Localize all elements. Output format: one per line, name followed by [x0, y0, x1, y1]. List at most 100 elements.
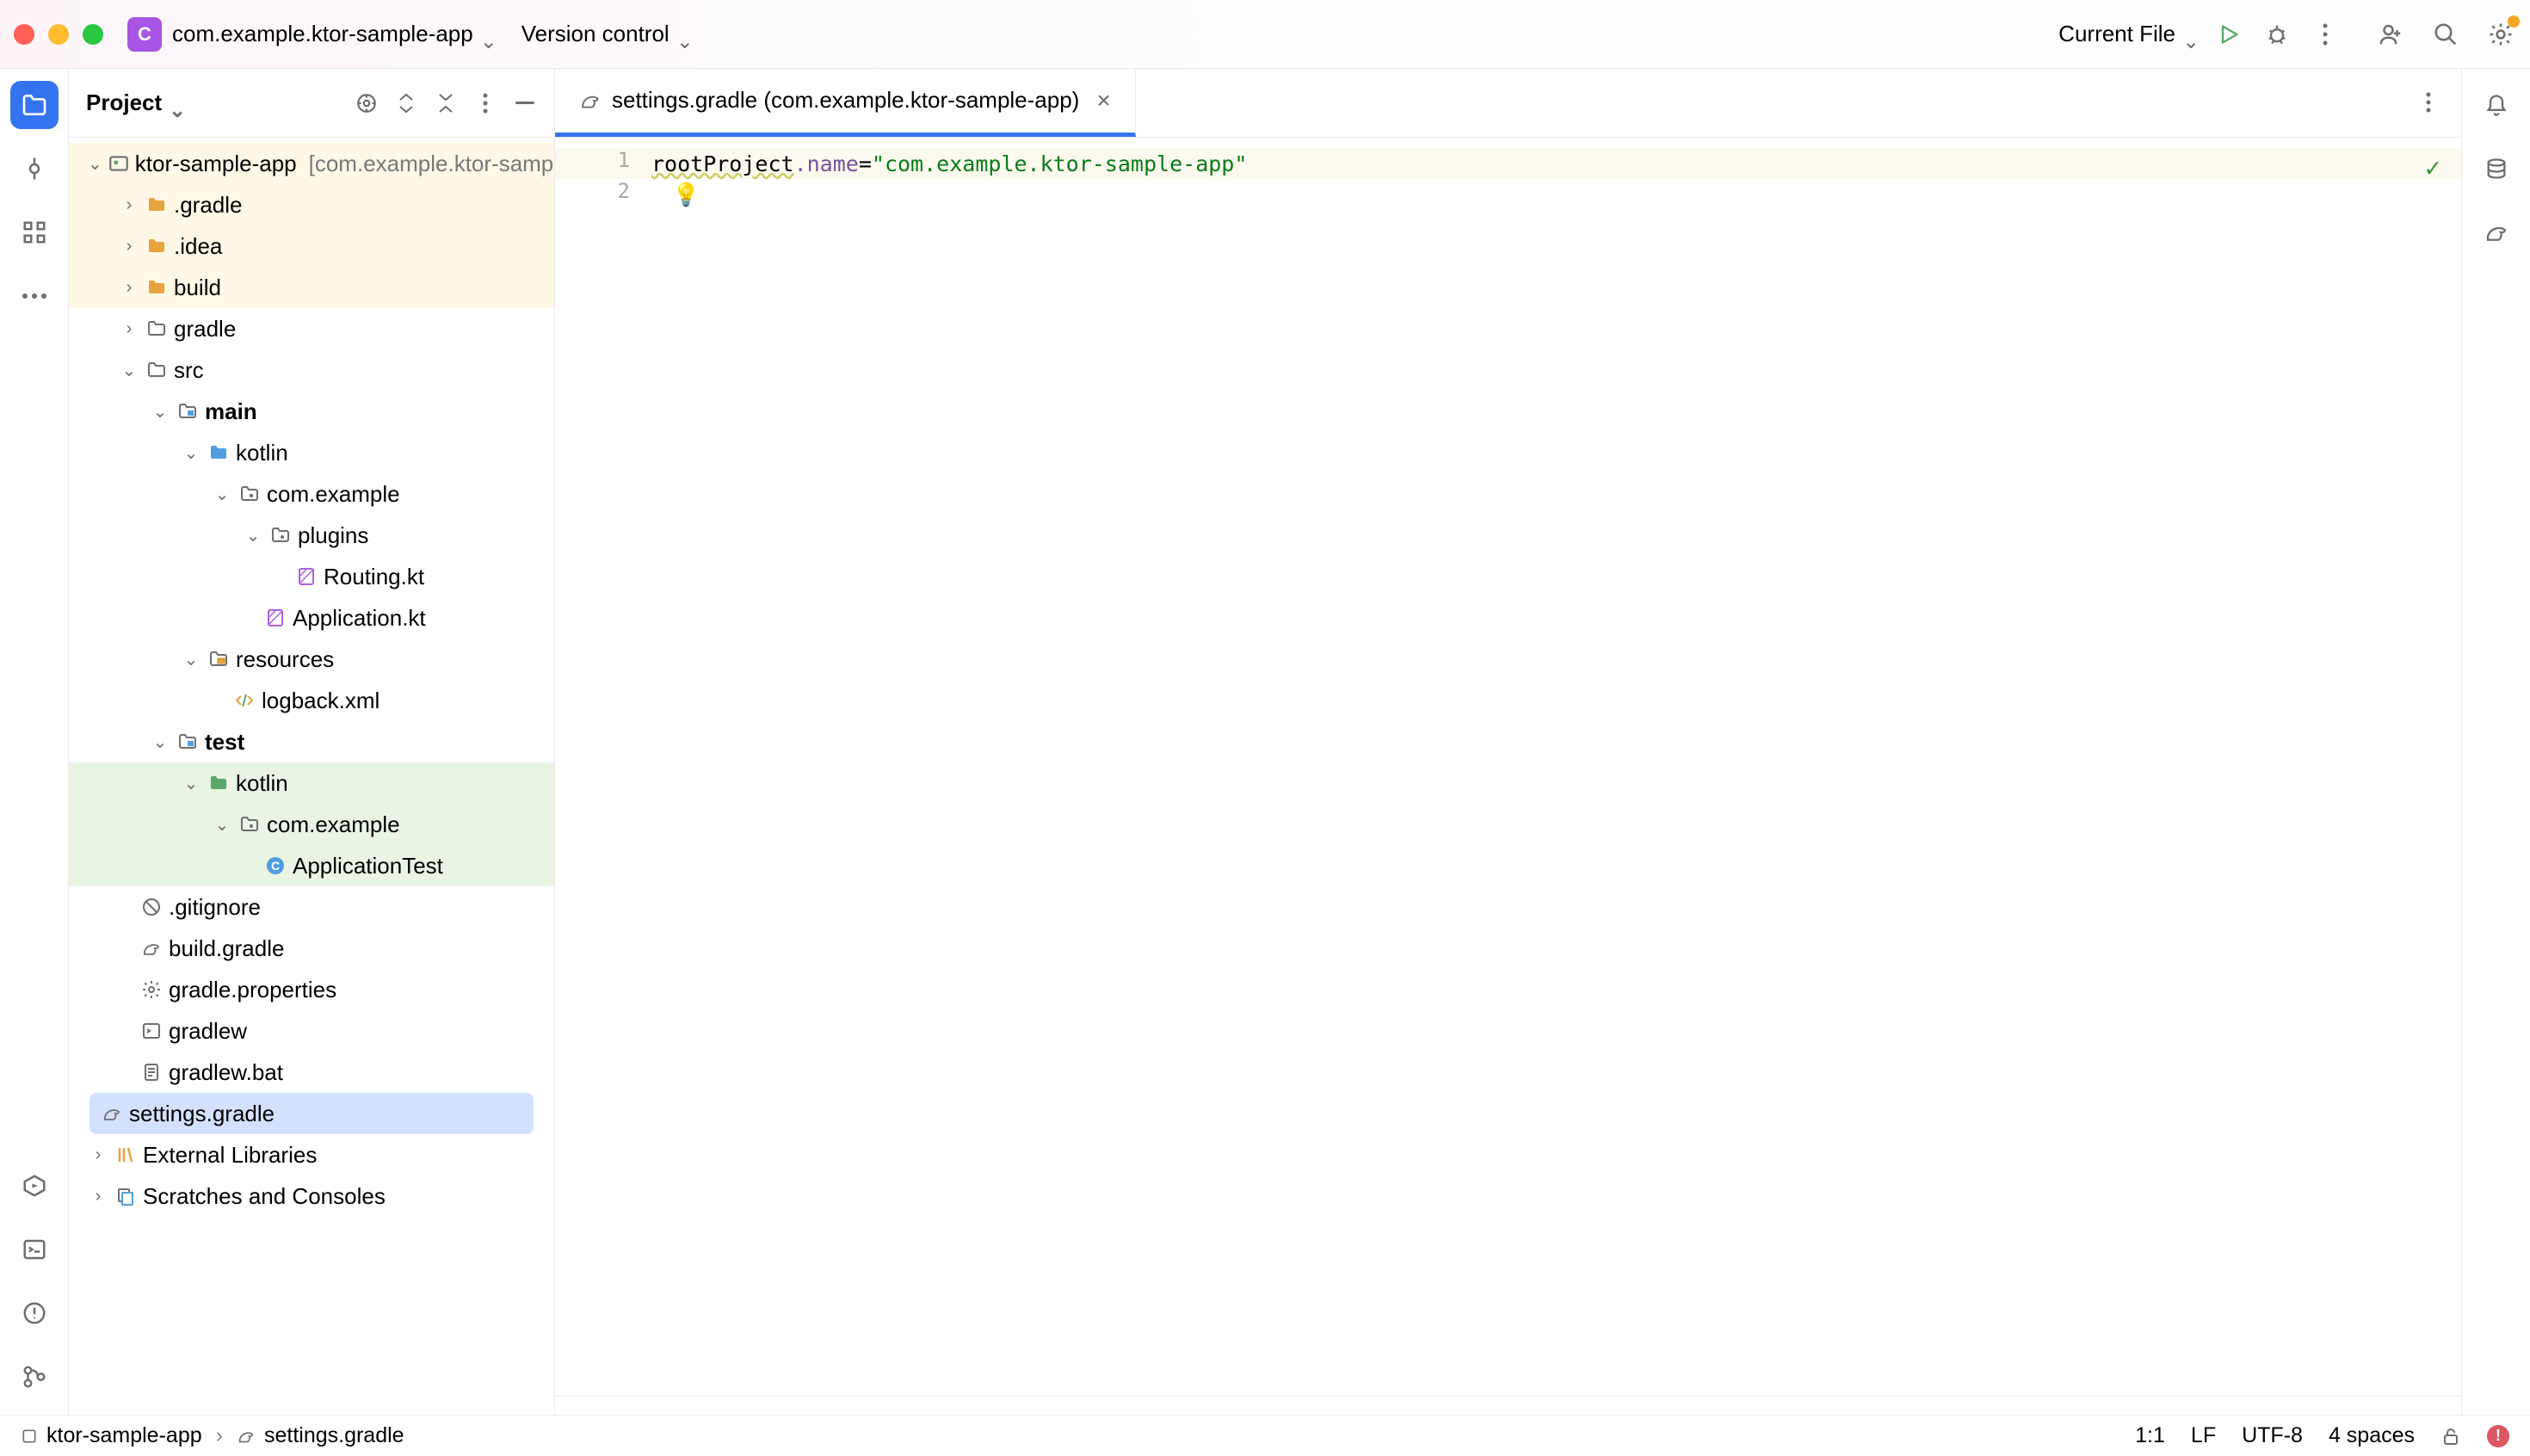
expand-icon: ⌄: [181, 773, 201, 794]
chevron-down-icon: [169, 96, 182, 110]
tree-file-build-gradle[interactable]: build.gradle: [69, 928, 554, 969]
project-selector[interactable]: com.example.ktor-sample-app: [172, 21, 494, 47]
tree-label: Application.kt: [293, 605, 426, 632]
tree-label: build.gradle: [169, 935, 284, 962]
terminal-tool-button[interactable]: [10, 1225, 59, 1274]
code-line: rootProject.name = "com.example.ktor-sam…: [651, 148, 2461, 179]
tree-scratches[interactable]: › Scratches and Consoles: [69, 1175, 554, 1217]
module-folder-icon: [176, 730, 200, 754]
problems-tool-button[interactable]: [10, 1289, 59, 1337]
breadcrumb-root[interactable]: ktor-sample-app: [21, 1423, 202, 1448]
package-icon: [238, 482, 262, 506]
shell-icon: [139, 1019, 164, 1043]
tree-folder-resources[interactable]: ⌄ resources: [69, 639, 554, 680]
breadcrumb-label: ktor-sample-app: [46, 1423, 202, 1448]
tree-label: External Libraries: [143, 1142, 317, 1169]
search-everywhere-button[interactable]: [2430, 19, 2461, 50]
tree-file-gradlew-bat[interactable]: gradlew.bat: [69, 1052, 554, 1093]
vcs-tool-button[interactable]: [10, 1353, 59, 1401]
editor-tab-options-button[interactable]: [2413, 87, 2444, 118]
tree-folder-kotlin-main[interactable]: ⌄ kotlin: [69, 432, 554, 473]
run-button[interactable]: [2213, 19, 2244, 50]
status-bar: ktor-sample-app › settings.gradle 1:1 LF…: [0, 1415, 2530, 1456]
tree-file-application-test[interactable]: C ApplicationTest: [69, 845, 554, 886]
breadcrumb-file[interactable]: settings.gradle: [237, 1423, 404, 1448]
tree-folder-main[interactable]: ⌄ main: [69, 391, 554, 432]
intention-bulb-icon[interactable]: 💡: [672, 182, 700, 208]
project-panel-title-label: Project: [86, 89, 162, 116]
tree-file-gitignore[interactable]: .gitignore: [69, 886, 554, 928]
collapse-all-button[interactable]: [434, 91, 458, 115]
readonly-toggle-icon[interactable]: [2441, 1426, 2461, 1447]
project-tool-button[interactable]: [10, 81, 59, 129]
version-control-widget[interactable]: Version control: [521, 21, 690, 47]
editor-area: settings.gradle (com.example.ktor-sample…: [555, 69, 2461, 1415]
database-tool-button[interactable]: [2472, 145, 2521, 193]
gradle-tool-button[interactable]: [2472, 208, 2521, 256]
tree-label: plugins: [298, 522, 368, 549]
expand-all-button[interactable]: [394, 91, 418, 115]
tree-file-application[interactable]: Application.kt: [69, 597, 554, 639]
tree-hint: [com.example.ktor-sample-app]: [309, 151, 554, 177]
tree-external-libraries[interactable]: › External Libraries: [69, 1134, 554, 1175]
toolbar-right-icons: [2375, 19, 2516, 50]
tree-folder-test[interactable]: ⌄ test: [69, 721, 554, 762]
close-tab-button[interactable]: ×: [1096, 87, 1110, 114]
notifications-tool-button[interactable]: [2472, 81, 2521, 129]
tree-folder-build[interactable]: › build: [69, 267, 554, 308]
minimize-window-button[interactable]: [48, 24, 69, 45]
structure-tool-button[interactable]: [10, 208, 59, 256]
more-tool-windows-button[interactable]: [10, 272, 59, 320]
commit-tool-button[interactable]: [10, 145, 59, 193]
tree-folder-kotlin-test[interactable]: ⌄ kotlin: [69, 762, 554, 804]
code-token-ident: rootProject: [651, 151, 794, 176]
select-opened-file-button[interactable]: [355, 91, 379, 115]
tree-module-root[interactable]: ⌄ ktor-sample-app [com.example.ktor-samp…: [69, 143, 554, 184]
tree-label: Scratches and Consoles: [143, 1183, 386, 1210]
inspection-ok-icon[interactable]: ✓: [2425, 153, 2441, 183]
xml-file-icon: [232, 688, 256, 713]
code-token-op: =: [859, 151, 872, 176]
status-encoding[interactable]: UTF-8: [2242, 1423, 2303, 1448]
project-tree[interactable]: ⌄ ktor-sample-app [com.example.ktor-samp…: [69, 138, 554, 1415]
tree-folder-idea[interactable]: › .idea: [69, 225, 554, 267]
tree-label: .gitignore: [169, 894, 261, 921]
tree-folder-src[interactable]: ⌄ src: [69, 349, 554, 391]
tree-folder-gradle-dot[interactable]: › .gradle: [69, 184, 554, 225]
panel-options-button[interactable]: [473, 91, 497, 115]
status-indent[interactable]: 4 spaces: [2329, 1423, 2415, 1448]
status-error-badge[interactable]: !: [2487, 1425, 2509, 1447]
tree-label: settings.gradle: [129, 1101, 275, 1127]
tree-package-com-example[interactable]: ⌄ com.example: [69, 473, 554, 515]
more-run-actions-button[interactable]: [2310, 19, 2341, 50]
expand-icon: ⌄: [150, 731, 170, 753]
settings-button[interactable]: [2485, 19, 2516, 50]
run-config-selector[interactable]: Current File: [2058, 21, 2196, 47]
tree-file-logback[interactable]: logback.xml: [69, 680, 554, 721]
kotlin-class-icon: C: [263, 854, 287, 878]
status-line-separator[interactable]: LF: [2191, 1423, 2216, 1448]
close-window-button[interactable]: [14, 24, 34, 45]
editor-hscrollbar[interactable]: [555, 1396, 2461, 1415]
hide-panel-button[interactable]: [513, 91, 537, 115]
tree-file-routing[interactable]: Routing.kt: [69, 556, 554, 597]
tree-file-settings-gradle[interactable]: settings.gradle: [89, 1093, 534, 1134]
debug-button[interactable]: [2262, 19, 2292, 50]
tree-label: resources: [236, 646, 334, 673]
zoom-window-button[interactable]: [83, 24, 103, 45]
chevron-right-icon: ›: [119, 319, 139, 339]
code-area[interactable]: rootProject.name = "com.example.ktor-sam…: [651, 138, 2461, 1396]
tree-package-plugins[interactable]: ⌄ plugins: [69, 515, 554, 556]
tree-label: .idea: [174, 233, 222, 260]
status-caret-pos[interactable]: 1:1: [2135, 1423, 2165, 1448]
code-with-me-button[interactable]: [2375, 19, 2406, 50]
services-tool-button[interactable]: [10, 1162, 59, 1210]
scratches-icon: [114, 1184, 138, 1208]
editor-body[interactable]: 1 2 rootProject.name = "com.example.ktor…: [555, 138, 2461, 1396]
project-panel-title[interactable]: Project: [86, 89, 182, 116]
tree-package-com-example-test[interactable]: ⌄ com.example: [69, 804, 554, 845]
tree-file-gradle-properties[interactable]: gradle.properties: [69, 969, 554, 1010]
tree-file-gradlew[interactable]: gradlew: [69, 1010, 554, 1052]
editor-tab-settings-gradle[interactable]: settings.gradle (com.example.ktor-sample…: [555, 68, 1136, 137]
tree-folder-gradle[interactable]: › gradle: [69, 308, 554, 349]
